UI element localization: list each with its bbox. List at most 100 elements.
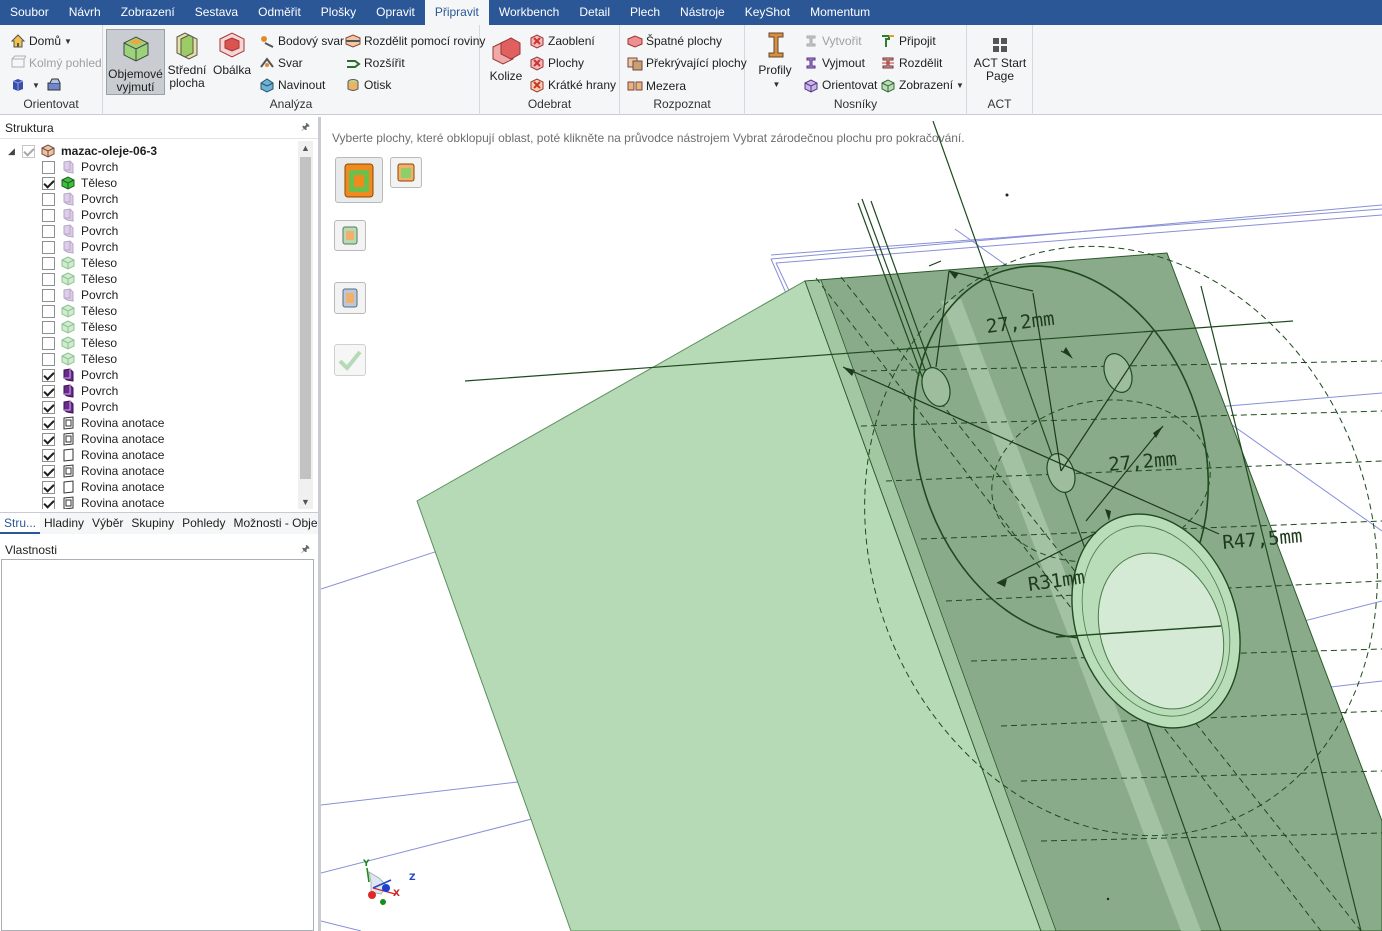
tree-checkbox[interactable] <box>42 208 55 222</box>
tree-checkbox[interactable] <box>42 384 55 398</box>
tree-checkbox[interactable] <box>42 176 55 190</box>
panel-tab[interactable]: Hladiny <box>40 513 88 534</box>
tree-checkbox[interactable] <box>42 352 55 366</box>
complete-button[interactable] <box>334 344 366 376</box>
tree-root-node[interactable]: ◢ mazac-oleje-06-3 <box>8 143 157 159</box>
tree-node[interactable]: Povrch <box>42 367 118 383</box>
imprint-button[interactable]: Otisk <box>345 75 391 95</box>
tree-node[interactable]: Povrch <box>42 399 118 415</box>
menu-tab[interactable]: Soubor <box>0 0 59 25</box>
orient-beam-button[interactable]: Orientovat <box>803 75 877 95</box>
tree-node[interactable]: Rovina anotace <box>42 447 164 463</box>
tree-checkbox[interactable] <box>42 256 55 270</box>
gap-button[interactable]: Mezera <box>627 76 686 96</box>
tree-checkbox[interactable] <box>42 496 55 509</box>
tree-node[interactable]: Povrch <box>42 159 118 175</box>
orient-tool-button[interactable] <box>46 75 65 95</box>
tree-node[interactable]: Povrch <box>42 383 118 399</box>
tree-checkbox[interactable] <box>42 464 55 478</box>
scroll-down-icon[interactable]: ▼ <box>298 497 313 507</box>
tree-checkbox[interactable] <box>42 432 55 446</box>
select-faces-guide-button[interactable] <box>335 157 383 203</box>
preview-guide-button[interactable] <box>334 220 366 251</box>
bad-faces-button[interactable]: Špatné plochy <box>627 31 722 51</box>
tree-checkbox[interactable] <box>42 304 55 318</box>
tree-checkbox[interactable] <box>42 272 55 286</box>
panel-tab[interactable]: Pohledy <box>178 513 229 534</box>
tree-node[interactable]: Povrch <box>42 207 118 223</box>
create-beam-button[interactable]: Vytvořit <box>803 31 862 51</box>
spot-weld-button[interactable]: Bodový svar <box>259 31 344 51</box>
overlapping-faces-button[interactable]: Překrývající plochy <box>627 53 747 73</box>
tree-node[interactable]: Povrch <box>42 287 118 303</box>
menu-tab[interactable]: Plošky <box>311 0 366 25</box>
tree-node[interactable]: Povrch <box>42 223 118 239</box>
split-beam-button[interactable]: Rozdělit <box>880 53 942 73</box>
3d-viewport[interactable]: 27,2mm 27,2mm R47,5mm R31mm Y Z X Vybert… <box>321 121 1382 931</box>
menu-tab[interactable]: KeyShot <box>735 0 800 25</box>
tree-checkbox[interactable] <box>42 448 55 462</box>
extract-beam-button[interactable]: Vyjmout <box>803 53 865 73</box>
wrap-button[interactable]: Navinout <box>259 75 325 95</box>
extend-button[interactable]: Rozšířit <box>345 53 405 73</box>
home-button[interactable]: Domů ▼ <box>10 31 72 51</box>
connect-beam-button[interactable]: Připojit <box>880 31 936 51</box>
tree-checkbox[interactable] <box>42 192 55 206</box>
scroll-up-icon[interactable]: ▲ <box>298 143 313 153</box>
envelope-button[interactable]: Obálka <box>210 29 254 77</box>
menu-tab[interactable]: Workbench <box>489 0 569 25</box>
tree-checkbox[interactable] <box>42 288 55 302</box>
tree-checkbox[interactable] <box>42 224 55 238</box>
menu-tab[interactable]: Opravit <box>366 0 425 25</box>
tree-node[interactable]: Rovina anotace <box>42 495 164 509</box>
split-by-plane-button[interactable]: Rozdělit pomocí roviny <box>345 31 485 51</box>
tree-checkbox[interactable] <box>42 336 55 350</box>
tree-node[interactable]: Těleso <box>42 271 117 287</box>
menu-tab[interactable]: Připravit <box>424 0 489 25</box>
perpendicular-view-button[interactable]: Kolmý pohled <box>10 53 102 73</box>
midsurface-button[interactable]: Střední plocha <box>167 29 207 90</box>
panel-tab[interactable]: Stru... <box>0 513 41 534</box>
tree-checkbox[interactable] <box>42 368 55 382</box>
rounds-button[interactable]: Zaoblení <box>529 31 595 51</box>
tree-checkbox[interactable] <box>22 144 35 158</box>
tree-checkbox[interactable] <box>42 400 55 414</box>
menu-tab[interactable]: Odměřit <box>248 0 311 25</box>
scrollbar-thumb[interactable] <box>300 157 311 479</box>
interference-button[interactable]: Kolize <box>486 35 526 83</box>
tree-node[interactable]: Povrch <box>42 191 118 207</box>
profiles-button[interactable]: Profily ▼ <box>753 29 797 91</box>
pin-icon[interactable]: 🖈 <box>301 539 310 561</box>
tree-node[interactable]: Rovina anotace <box>42 463 164 479</box>
collapse-icon[interactable]: ◢ <box>8 146 18 156</box>
faces-button[interactable]: Plochy <box>529 53 584 73</box>
tree-node[interactable]: Rovina anotace <box>42 479 164 495</box>
menu-tab[interactable]: Plech <box>620 0 670 25</box>
panel-tab[interactable]: Skupiny <box>127 513 178 534</box>
short-edges-button[interactable]: Krátké hrany <box>529 75 616 95</box>
weld-button[interactable]: Svar <box>259 53 303 73</box>
tree-checkbox[interactable] <box>42 320 55 334</box>
tree-checkbox[interactable] <box>42 480 55 494</box>
act-start-page-button[interactable]: ACT Start Page <box>972 37 1028 83</box>
tree-checkbox[interactable] <box>42 240 55 254</box>
select-seed-face-guide-button[interactable] <box>390 157 422 188</box>
tree-node[interactable]: Těleso <box>42 335 117 351</box>
tree-checkbox[interactable] <box>42 416 55 430</box>
tree-node[interactable]: Povrch <box>42 239 118 255</box>
tree-node[interactable]: Těleso <box>42 319 117 335</box>
tree-node[interactable]: Rovina anotace <box>42 415 164 431</box>
tree-node[interactable]: Těleso <box>42 175 117 191</box>
model-scene[interactable]: 27,2mm 27,2mm R47,5mm R31mm Y Z X <box>321 121 1382 931</box>
tree-scrollbar[interactable]: ▲ ▼ <box>298 141 313 509</box>
tree-node[interactable]: Těleso <box>42 303 117 319</box>
menu-tab[interactable]: Detail <box>569 0 620 25</box>
menu-tab[interactable]: Návrh <box>59 0 111 25</box>
menu-tab[interactable]: Sestava <box>185 0 248 25</box>
extract-guide-button[interactable] <box>334 282 366 314</box>
panel-tab[interactable]: Možnosti - Obje... <box>229 513 331 534</box>
menu-tab[interactable]: Nástroje <box>670 0 735 25</box>
beam-display-button[interactable]: Zobrazení ▼ <box>880 75 964 95</box>
view-cube-button[interactable]: ▼ <box>10 75 40 95</box>
tree-checkbox[interactable] <box>42 160 55 174</box>
